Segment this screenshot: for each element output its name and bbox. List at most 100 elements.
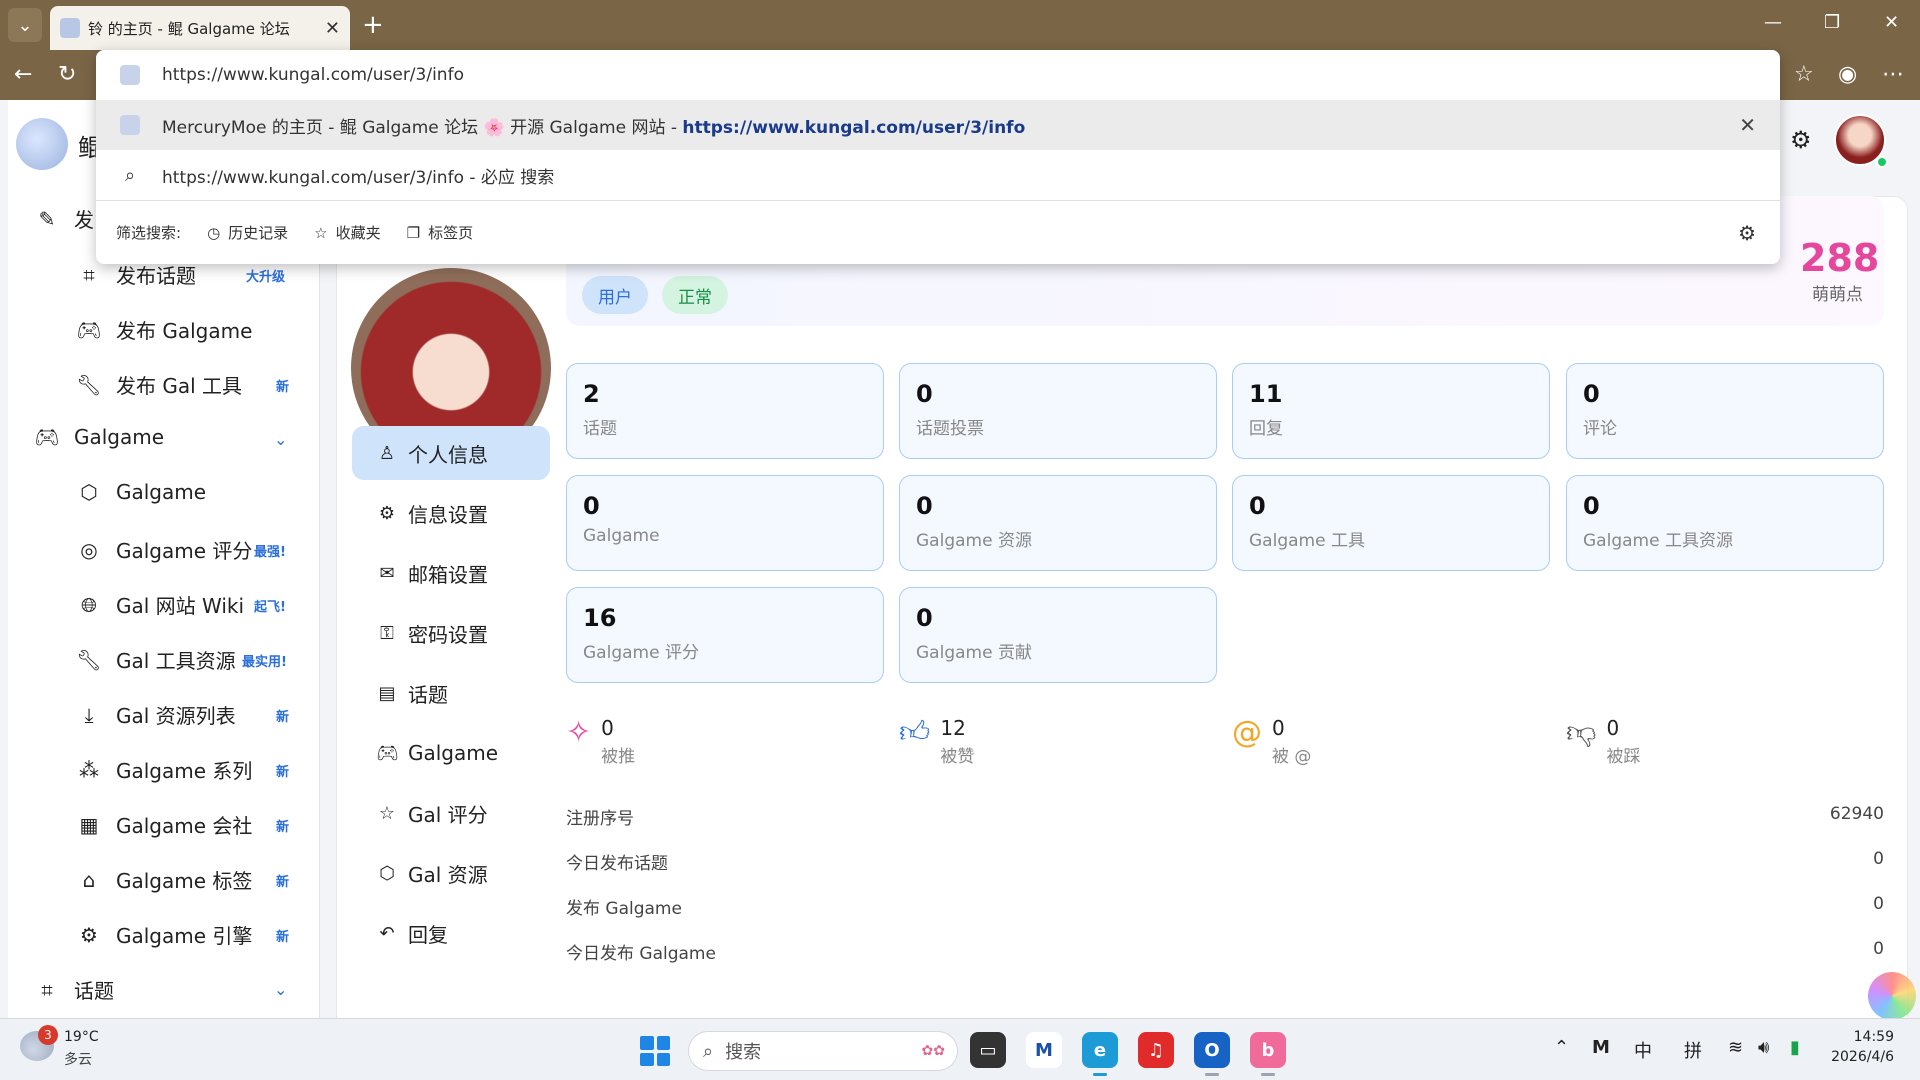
suggestion-url: https://www.kungal.com/user/3/info bbox=[682, 117, 1026, 138]
volume-icon[interactable]: 🔊︎ bbox=[1758, 1037, 1769, 1058]
netease-music-icon[interactable]: ♫ bbox=[1138, 1032, 1174, 1068]
bilibili-icon[interactable]: b bbox=[1250, 1032, 1286, 1068]
profile-nav-topics[interactable]: ▤ 话题 bbox=[352, 666, 550, 720]
sidebar-item-galgame-engine[interactable]: ⚙ Galgame 引擎 bbox=[76, 920, 252, 949]
wrench-icon: 🔧︎ bbox=[76, 647, 102, 672]
refresh-icon[interactable]: ↻ bbox=[58, 62, 76, 87]
profile-nav-replies[interactable]: ↶ 回复 bbox=[352, 906, 550, 960]
thumbs-up-icon: 👍︎ bbox=[899, 715, 931, 750]
address-input-value[interactable]: https://www.kungal.com/user/3/info bbox=[162, 65, 464, 85]
tray-m-icon[interactable]: M bbox=[1592, 1037, 1610, 1058]
more-dots-icon[interactable]: ⋯ bbox=[1882, 62, 1904, 87]
address-bar[interactable]: https://www.kungal.com/user/3/info bbox=[96, 50, 1780, 100]
tab-close-icon[interactable]: ✕ bbox=[325, 18, 340, 39]
reaction-pushed: ✧ 0 被推 bbox=[566, 715, 636, 768]
back-arrow-icon[interactable]: ← bbox=[14, 62, 32, 87]
profile-nav-info-settings[interactable]: ⚙ 信息设置 bbox=[352, 486, 550, 540]
clock-date[interactable]: 2026/4/6 bbox=[1818, 1049, 1894, 1065]
building-icon: ▦ bbox=[79, 812, 99, 837]
profile-nav-info[interactable]: ♙ 个人信息 bbox=[352, 426, 550, 480]
taskbar-search[interactable]: ⌕ 搜索 ✿✿ bbox=[688, 1031, 958, 1071]
stat-card[interactable]: 0 评论 bbox=[1566, 363, 1884, 459]
sidebar-item-publish-galgame[interactable]: 🎮︎ 发布 Galgame bbox=[76, 315, 252, 344]
task-view-icon[interactable]: ▭ bbox=[970, 1032, 1006, 1068]
tab-list-chevron-icon[interactable]: ⌄ bbox=[8, 8, 42, 42]
star-icon: ☆ bbox=[314, 223, 328, 242]
sidebar-item-galgame-company[interactable]: ▦ Galgame 会社 bbox=[76, 810, 253, 839]
settings-gear-icon[interactable]: ⚙ bbox=[1790, 126, 1812, 154]
cube-icon: ⬡ bbox=[80, 480, 98, 504]
badge-new: 新 bbox=[276, 380, 290, 395]
omnibox-suggestion-search[interactable]: ⌕ https://www.kungal.com/user/3/info - 必… bbox=[96, 150, 1780, 200]
gear-icon: ⚙ bbox=[378, 502, 396, 524]
clock-time[interactable]: 14:59 bbox=[1830, 1029, 1894, 1045]
remove-suggestion-icon[interactable]: ✕ bbox=[1739, 113, 1756, 137]
sidebar-group-topic[interactable]: ⌗ 话题 bbox=[34, 975, 114, 1004]
sidebar-item-galgame[interactable]: ⬡ Galgame bbox=[76, 480, 206, 504]
chevron-down-icon[interactable]: ⌄ bbox=[274, 430, 287, 449]
download-icon: ⤓ bbox=[84, 702, 94, 727]
battery-icon[interactable]: ▮ bbox=[1790, 1037, 1800, 1058]
stat-card[interactable]: 0 Galgame 资源 bbox=[899, 475, 1217, 571]
at-search-icon: ◎ bbox=[80, 537, 98, 562]
ime-pinyin[interactable]: 拼 bbox=[1684, 1037, 1702, 1063]
stat-card[interactable]: 0 Galgame 工具资源 bbox=[1566, 475, 1884, 571]
edge-browser-icon[interactable]: e bbox=[1082, 1032, 1118, 1068]
site-logo[interactable] bbox=[16, 118, 68, 170]
profile-nav-gal-resource[interactable]: ⬡ Gal 资源 bbox=[352, 846, 550, 900]
stat-card[interactable]: 16 Galgame 评分 bbox=[566, 587, 884, 683]
engine-icon: ⚙ bbox=[80, 922, 98, 947]
sidebar-group-galgame[interactable]: 🎮︎ Galgame bbox=[34, 425, 164, 449]
filter-tabs[interactable]: ❐ 标签页 bbox=[407, 222, 473, 243]
favorites-star-icon[interactable]: ☆ bbox=[1794, 62, 1814, 87]
sidebar-item-galgame-rating[interactable]: ◎ Galgame 评分 bbox=[76, 535, 252, 564]
omnibox-suggestion-page[interactable]: MercuryMoe 的主页 - 鲲 Galgame 论坛 🌸 开源 Galga… bbox=[96, 100, 1780, 150]
running-app-indicator bbox=[1261, 1073, 1275, 1076]
stat-card[interactable]: 0 Galgame bbox=[566, 475, 884, 571]
profile-nav-email-settings[interactable]: ✉ 邮箱设置 bbox=[352, 546, 550, 600]
role-chip: 用户 bbox=[582, 276, 648, 314]
online-status-dot bbox=[1876, 156, 1888, 168]
badge-new: 新 bbox=[276, 710, 290, 725]
sidebar-item-gal-tool-resource[interactable]: 🔧︎ Gal 工具资源 bbox=[76, 645, 235, 674]
profile-icon[interactable]: ◉ bbox=[1838, 62, 1857, 87]
sidebar-item-publish-tool[interactable]: 🔧︎ 发布 Gal 工具 bbox=[76, 370, 242, 399]
ime-chinese[interactable]: 中 bbox=[1634, 1037, 1652, 1063]
gamepad-icon: 🎮︎ bbox=[76, 317, 102, 342]
outlook-icon[interactable]: O bbox=[1194, 1032, 1230, 1068]
tray-chevron-up-icon[interactable]: ⌃ bbox=[1554, 1037, 1569, 1058]
tag-icon: ⌂ bbox=[82, 867, 96, 892]
sidebar-item-gal-resource-list[interactable]: ⤓ Gal 资源列表 bbox=[76, 700, 236, 729]
sidebar-item-galgame-tag[interactable]: ⌂ Galgame 标签 bbox=[76, 865, 253, 894]
tabs-icon: ❐ bbox=[406, 223, 421, 242]
chevron-down-icon[interactable]: ⌄ bbox=[274, 980, 287, 999]
restore-icon[interactable]: ❐ bbox=[1824, 12, 1840, 33]
wifi-icon[interactable]: ≋ bbox=[1728, 1037, 1743, 1058]
sidebar-item-publish-topic[interactable]: ⌗ 发布话题 bbox=[76, 260, 196, 289]
m-app-icon[interactable]: M bbox=[1026, 1032, 1062, 1068]
profile-nav-galgame[interactable]: 🎮︎ Galgame bbox=[352, 726, 550, 780]
stat-card[interactable]: 0 话题投票 bbox=[899, 363, 1217, 459]
stat-card[interactable]: 11 回复 bbox=[1232, 363, 1550, 459]
floating-assistant-button[interactable] bbox=[1868, 972, 1916, 1020]
filter-history[interactable]: ◷ 历史记录 bbox=[207, 222, 288, 243]
sidebar-item-galgame-series[interactable]: ⁂ Galgame 系列 bbox=[76, 755, 252, 784]
stat-card[interactable]: 0 Galgame 贡献 bbox=[899, 587, 1217, 683]
new-tab-plus-icon[interactable]: + bbox=[362, 10, 384, 40]
windows-taskbar: 3 19°C 多云 ⌕ 搜索 ✿✿ ▭ M e ♫ O b ⌃ M 中 拼 ≋ … bbox=[0, 1018, 1920, 1080]
stat-card[interactable]: 0 Galgame 工具 bbox=[1232, 475, 1550, 571]
minimize-icon[interactable]: — bbox=[1764, 12, 1782, 33]
sidebar-item-gal-wiki[interactable]: 🌐︎ Gal 网站 Wiki bbox=[76, 590, 244, 619]
sidebar-publish-group[interactable]: ✎ 发 bbox=[34, 204, 94, 233]
reply-icon: ↶ bbox=[379, 922, 395, 944]
profile-nav-password-settings[interactable]: ⚿ 密码设置 bbox=[352, 606, 550, 660]
omnibox-settings-gear-icon[interactable]: ⚙ bbox=[1738, 221, 1756, 245]
filter-label: 筛选搜索: bbox=[116, 224, 182, 242]
filter-favorites[interactable]: ☆ 收藏夹 bbox=[314, 222, 380, 243]
stat-card[interactable]: 2 话题 bbox=[566, 363, 884, 459]
window-close-icon[interactable]: ✕ bbox=[1884, 12, 1899, 33]
profile-nav-gal-rating[interactable]: ☆ Gal 评分 bbox=[352, 786, 550, 840]
windows-start-icon[interactable] bbox=[640, 1036, 670, 1066]
tab-favicon-icon bbox=[60, 18, 80, 38]
active-tab[interactable]: 铃 的主页 - 鲲 Galgame 论坛 ✕ bbox=[50, 6, 350, 50]
